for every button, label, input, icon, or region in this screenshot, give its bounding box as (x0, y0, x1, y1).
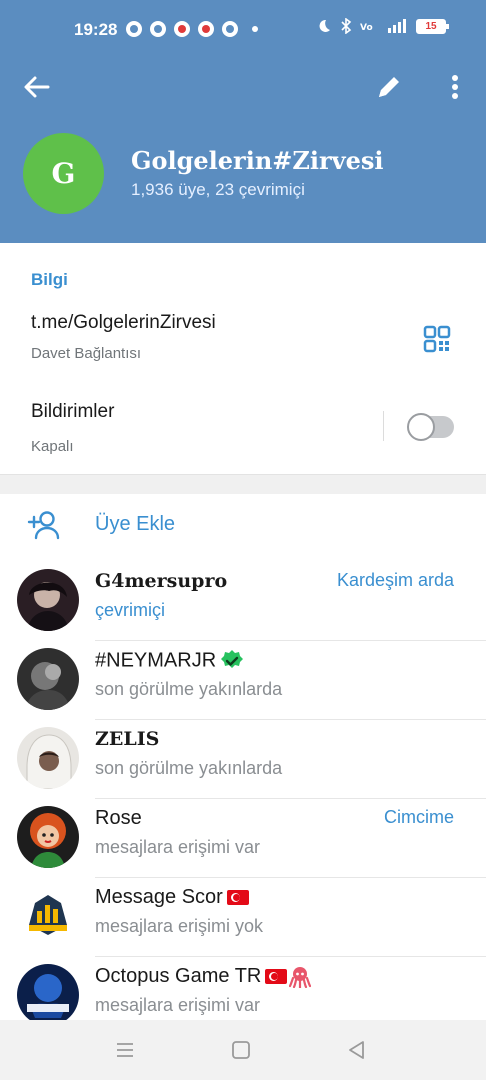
member-status: son görülme yakınlarda (95, 758, 283, 778)
member-role: Cimcime (384, 807, 454, 827)
member-row[interactable]: Message Scor mesajlara erişimi yok (0, 878, 486, 957)
add-member-icon[interactable] (27, 509, 63, 541)
back-icon[interactable] (344, 1038, 370, 1062)
verified-badge-icon (221, 650, 244, 668)
member-name: Message Scor (95, 886, 249, 909)
avatar (17, 806, 79, 868)
invite-link-caption: Davet Bağlantısı (31, 345, 142, 362)
svg-text:Vo: Vo (360, 23, 373, 33)
group-member-count: 1,936 üye, 23 çevrimiçi (131, 180, 305, 199)
member-status: çevrimiçi (95, 600, 165, 620)
bip-icon (150, 21, 166, 37)
member-name: Octopus Game TR (95, 965, 312, 988)
bluetooth-icon (341, 18, 352, 34)
divider (383, 411, 384, 441)
invite-link[interactable]: t.me/GolgelerinZirvesi (31, 312, 216, 334)
notification-icons (126, 21, 258, 37)
pinterest-icon (198, 21, 214, 37)
avatar (17, 727, 79, 789)
member-name: Rose (95, 807, 142, 829)
group-title: Golgelerin#Zirvesi (131, 146, 384, 175)
status-time: 19:28 (74, 20, 118, 39)
member-row[interactable]: #NEYMARJR son görülme yakınlarda (0, 641, 486, 720)
member-status: mesajlara erişimi var (95, 837, 261, 857)
system-nav-bar (0, 1020, 486, 1080)
member-row[interactable]: Rose mesajlara erişimi var Cimcime (0, 799, 486, 878)
member-name-text: #NEYMARJR (95, 649, 217, 672)
status-bar: 19:28 Vo 15 (0, 0, 486, 60)
avatar (17, 964, 79, 1026)
member-name-text: Octopus Game TR (95, 965, 262, 987)
vodafone-icon (174, 21, 190, 37)
more-notifications-icon (252, 26, 258, 32)
moon-icon (319, 19, 330, 32)
more-options-icon[interactable] (440, 72, 470, 102)
member-status: mesajlara erişimi var (95, 995, 261, 1015)
member-role: Kardeşim arda (336, 570, 454, 590)
toggle-knob (407, 413, 435, 441)
avatar (17, 569, 79, 631)
edit-pencil-icon[interactable] (374, 72, 404, 102)
section-gap (0, 474, 486, 494)
system-icons: Vo 15 (316, 18, 449, 34)
volte-icon: Vo (360, 23, 373, 33)
notifications-label[interactable]: Bildirimler (31, 401, 114, 423)
notifications-toggle[interactable] (407, 413, 454, 441)
member-status: son görülme yakınlarda (95, 679, 283, 699)
back-arrow-icon[interactable] (22, 72, 52, 102)
notifications-state: Kapalı (31, 438, 74, 455)
notification-icon (126, 21, 142, 37)
battery-icon: 15 (416, 18, 449, 34)
member-name: G4mersupro (95, 570, 228, 592)
member-name-text: Message Scor (95, 886, 223, 908)
group-avatar[interactable]: G (23, 133, 104, 214)
member-row[interactable]: ZELIS son görülme yakınlarda (0, 720, 486, 799)
add-member-button[interactable]: Üye Ekle (95, 513, 175, 536)
member-name: ZELIS (95, 728, 160, 750)
member-name: #NEYMARJR (95, 649, 244, 673)
qr-code-icon[interactable] (423, 325, 451, 353)
avatar (17, 648, 79, 710)
avatar (17, 885, 79, 947)
turkey-flag-icon (226, 890, 249, 906)
home-icon[interactable] (228, 1038, 254, 1062)
info-section-label: Bilgi (31, 270, 68, 289)
octopus-icon (289, 966, 312, 988)
menu-icon[interactable] (112, 1038, 138, 1062)
chat-info-header: 19:28 Vo 15 G Golgelerin#Zirvesi 1,936 ü… (0, 0, 486, 243)
turkey-flag-icon (265, 969, 288, 985)
member-status: mesajlara erişimi yok (95, 916, 264, 936)
signal-icon (388, 19, 406, 33)
app-icon (222, 21, 238, 37)
member-row[interactable]: G4mersupro çevrimiçi Kardeşim arda (0, 562, 486, 641)
